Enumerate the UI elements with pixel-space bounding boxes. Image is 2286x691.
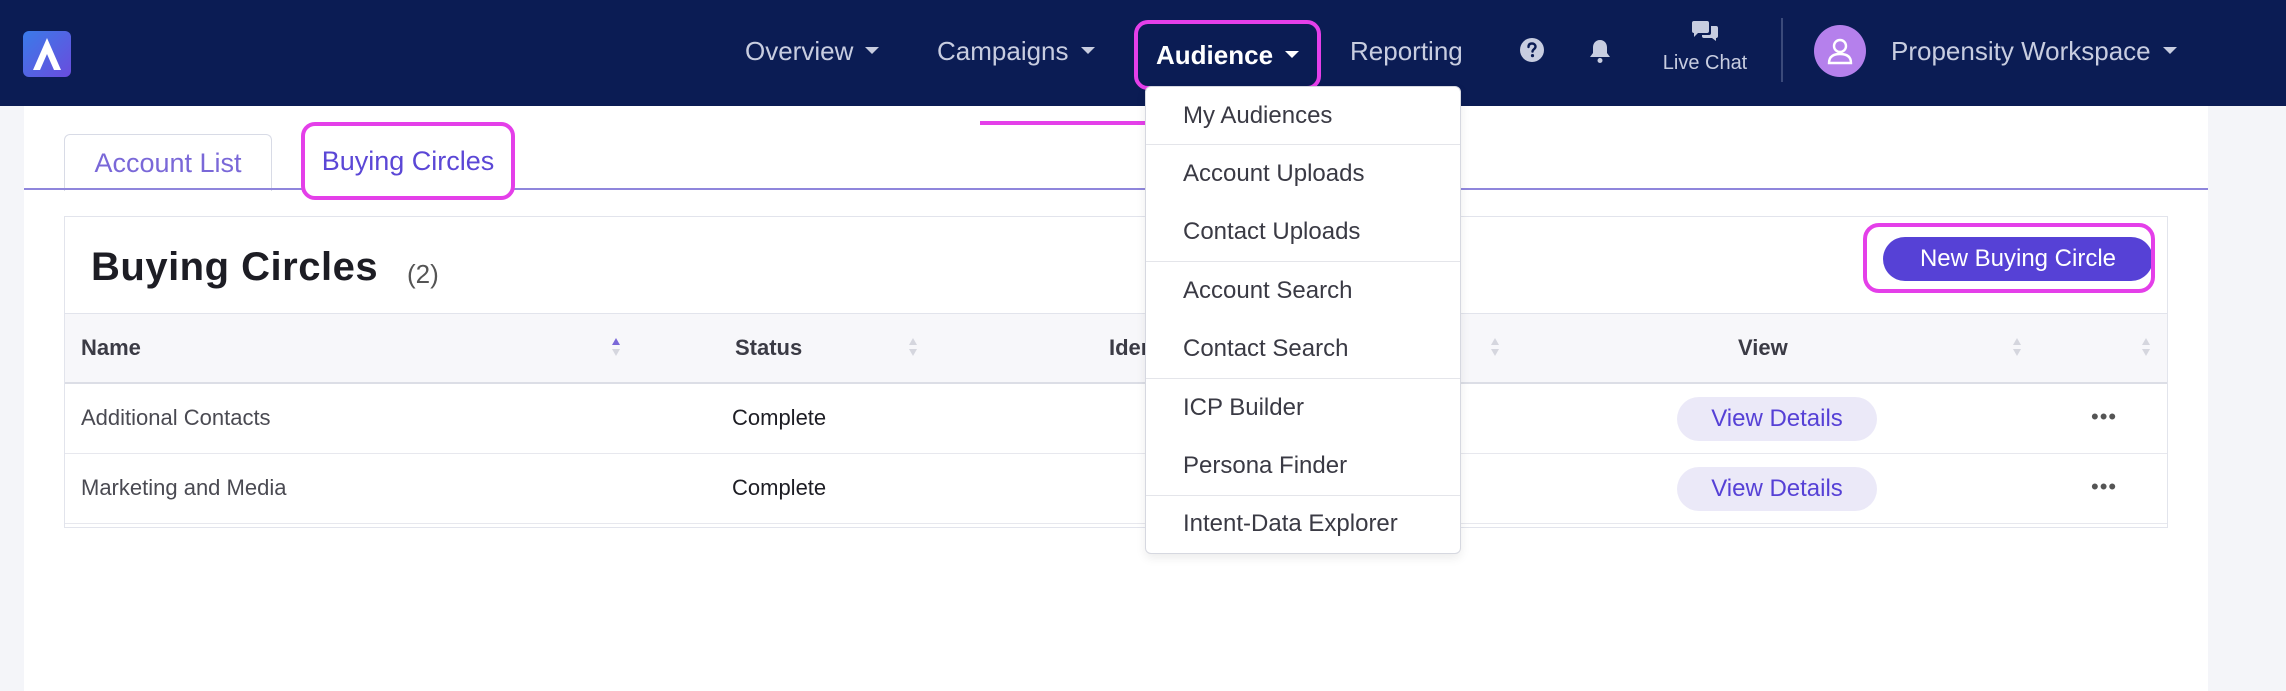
buying-circles-card: Buying Circles (2) New Buying Circle Nam… [64,216,2168,528]
live-chat-label: Live Chat [1662,52,1748,74]
row-status: Complete [732,405,827,430]
menu-item-contact-search[interactable]: Contact Search [1146,320,1460,378]
record-count: (2) [407,259,439,289]
tab-buying-circles[interactable]: Buying Circles [301,122,515,200]
row-name: Marketing and Media [81,475,287,500]
view-details-button[interactable]: View Details [1677,397,1877,441]
user-icon [1827,38,1853,65]
nav-campaigns[interactable]: Campaigns [937,28,1095,74]
table-row[interactable]: Additional Contacts Complete View Detail… [65,383,2167,454]
nav-divider [1781,18,1783,82]
menu-item-account-search[interactable]: Account Search [1146,262,1460,320]
view-details-button[interactable]: View Details [1677,467,1877,511]
chat-icon [1692,21,1718,41]
page-title: Buying Circles [91,245,379,289]
sort-icon[interactable] [1490,336,1500,358]
nav-audience-label: Audience [1156,40,1274,70]
nav-reporting-label: Reporting [1350,36,1463,66]
nav-campaigns-label: Campaigns [937,36,1069,66]
app-logo-icon[interactable] [23,31,71,77]
workspace-menu[interactable]: Propensity Workspace [1891,28,2177,74]
menu-item-icp-builder[interactable]: ICP Builder [1146,379,1460,437]
table-header: Name Status Iden View [65,313,2167,384]
menu-item-account-uploads[interactable]: Account Uploads [1146,145,1460,203]
caret-down-icon [2162,46,2177,54]
help-icon[interactable] [1519,37,1545,68]
sort-icon[interactable] [611,336,621,358]
more-icon[interactable]: ••• [2091,406,2117,428]
caret-down-icon [865,46,880,54]
sort-icon[interactable] [2141,336,2151,358]
menu-item-intent-data-explorer[interactable]: Intent-Data Explorer [1146,495,1460,553]
caret-down-icon [1080,46,1095,54]
row-status: Complete [732,475,827,500]
column-header-status[interactable]: Status [735,314,802,382]
table-row[interactable]: Marketing and Media Complete View Detail… [65,453,2167,524]
nav-reporting[interactable]: Reporting [1350,28,1463,74]
main-panel: Account List Buying Circles Buying Circl… [24,106,2208,691]
row-name: Additional Contacts [81,405,271,430]
nav-overview-label: Overview [745,36,854,66]
tab-buying-circles-label: Buying Circles [321,146,495,176]
bell-icon[interactable] [1588,38,1612,69]
live-chat-button[interactable]: Live Chat [1650,20,1760,75]
menu-item-contact-uploads[interactable]: Contact Uploads [1146,203,1460,261]
column-header-name[interactable]: Name [81,314,141,382]
nav-audience[interactable]: Audience [1134,20,1322,90]
sort-icon[interactable] [2012,336,2022,358]
workspace-label: Propensity Workspace [1891,36,2151,66]
more-icon[interactable]: ••• [2091,476,2117,498]
new-buying-circle-button[interactable]: New Buying Circle [1883,237,2153,281]
menu-item-persona-finder[interactable]: Persona Finder [1146,437,1460,495]
caret-down-icon [1285,50,1300,58]
audience-dropdown-menu: My Audiences Account Uploads Contact Upl… [1145,86,1461,554]
tab-account-list[interactable]: Account List [64,134,272,191]
nav-overview[interactable]: Overview [745,28,880,74]
column-header-view[interactable]: View [1738,314,1788,382]
menu-item-my-audiences[interactable]: My Audiences [1146,87,1460,145]
tab-account-list-label: Account List [94,148,242,178]
top-navbar: Overview Campaigns Audience Reporting Li… [0,0,2286,106]
sort-icon[interactable] [908,336,918,358]
avatar[interactable] [1814,25,1866,77]
